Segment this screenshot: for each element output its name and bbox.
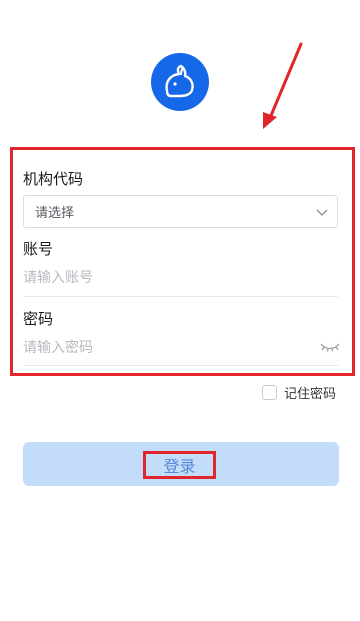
eye-closed-icon[interactable] (319, 341, 341, 353)
remember-password-toggle[interactable]: 记住密码 (262, 383, 336, 402)
password-label: 密码 (23, 310, 54, 328)
app-logo (151, 53, 209, 111)
password-divider (23, 365, 338, 366)
remember-password-label: 记住密码 (284, 387, 337, 402)
org-code-select-value: 请选择 (35, 206, 75, 221)
account-input[interactable] (23, 264, 338, 292)
account-divider (23, 296, 338, 297)
account-label: 账号 (23, 240, 54, 258)
remember-password-checkbox[interactable] (262, 385, 277, 400)
rabbit-icon (165, 64, 194, 98)
org-code-select[interactable]: 请选择 (23, 195, 338, 228)
chevron-down-icon (316, 209, 328, 216)
org-code-label: 机构代码 (23, 170, 84, 188)
login-button[interactable] (23, 442, 339, 486)
password-input[interactable] (23, 334, 338, 362)
